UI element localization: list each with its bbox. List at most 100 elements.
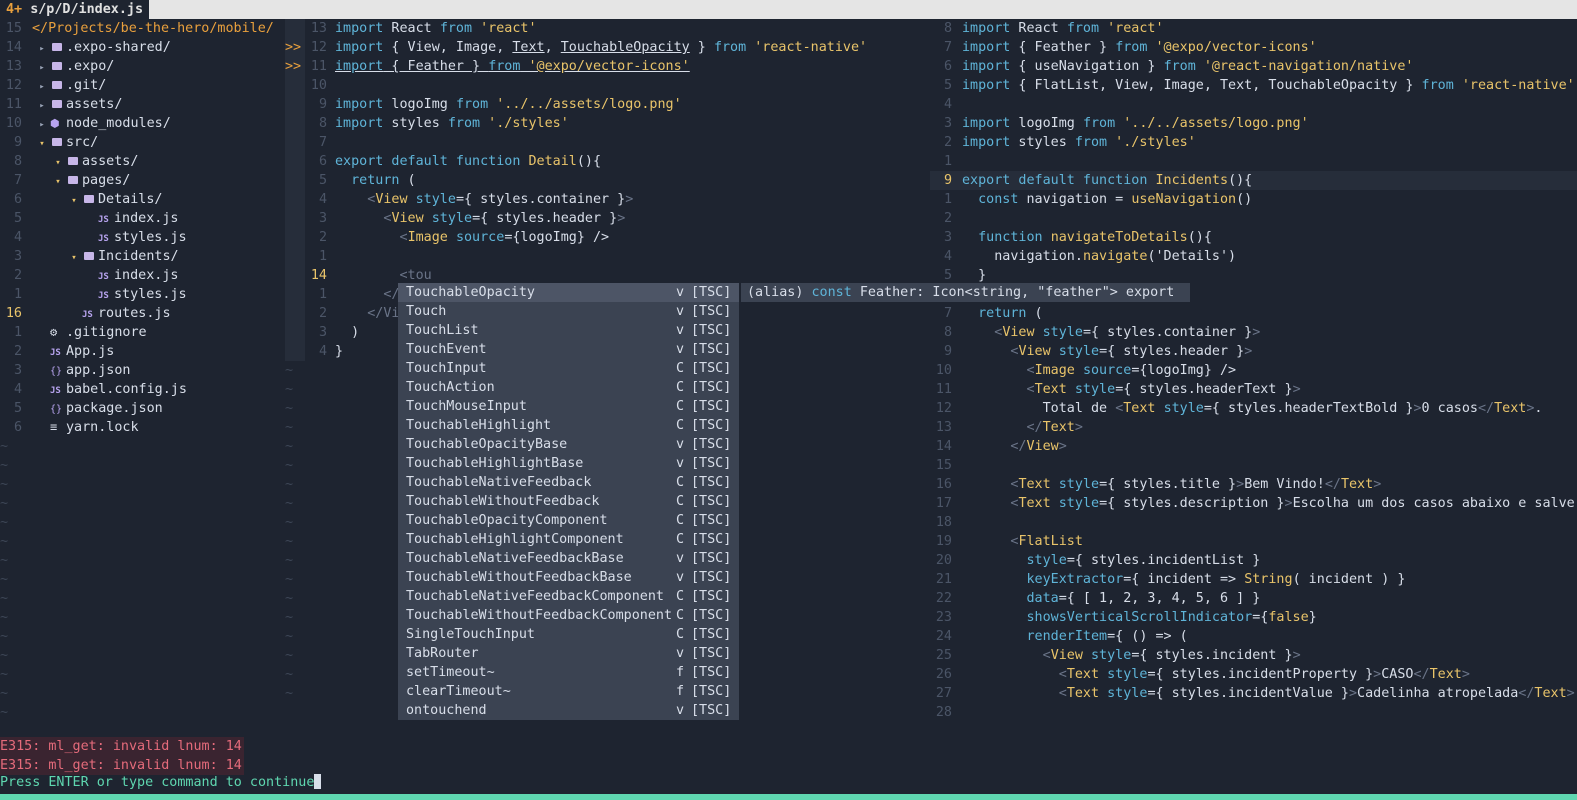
- empty-line: ~: [0, 458, 9, 473]
- completion-item-source: [TSC]: [691, 608, 732, 623]
- tabline: 4+ s/p/D/index.js: [0, 0, 1577, 19]
- tree-item[interactable]: 7 ▾ pages/: [0, 171, 280, 190]
- json-file-icon: {}: [50, 366, 63, 377]
- code-line: 14 </View>: [935, 439, 1067, 454]
- empty-line: ~: [0, 648, 9, 663]
- tree-item[interactable]: 9 ▾ src/: [0, 133, 280, 152]
- tree-item[interactable]: 16 JS routes.js: [0, 304, 280, 323]
- completion-item[interactable]: TouchEvent v [TSC]: [398, 340, 739, 359]
- completion-item[interactable]: TouchInput C [TSC]: [398, 359, 739, 378]
- tree-item[interactable]: 12 ▸ .git/: [0, 76, 280, 95]
- tree-item[interactable]: 8 ▾ assets/: [0, 152, 280, 171]
- completion-item[interactable]: TouchableOpacity v [TSC]: [398, 283, 739, 302]
- code-line: 4: [943, 97, 952, 112]
- folder-icon: [52, 81, 62, 89]
- node-modules-icon: ⬢: [50, 117, 60, 130]
- tree-item-label: App.js: [66, 344, 115, 359]
- tree-item-label: yarn.lock: [66, 420, 139, 435]
- tree-item-label: pages/: [82, 173, 131, 188]
- folder-icon: [52, 138, 62, 146]
- line-number: 4: [13, 382, 22, 397]
- line-number: 9: [13, 135, 22, 150]
- code-line: 1: [318, 249, 327, 264]
- code-line: 20 style={ styles.incidentList }: [935, 553, 1261, 568]
- completion-popup[interactable]: TouchableOpacity v [TSC] Touch v [TSC] TouchLi…: [398, 283, 739, 720]
- tree-item[interactable]: 13 ▸ .expo/: [0, 57, 280, 76]
- tree-item-label: routes.js: [98, 306, 171, 321]
- tree-item-label: Incidents/: [98, 249, 179, 264]
- tree-item[interactable]: 6 ▾ Details/: [0, 190, 280, 209]
- completion-item-kind: C: [676, 513, 685, 528]
- tree-item[interactable]: 10 ▸ ⬢ node_modules/: [0, 114, 280, 133]
- tree-root-path[interactable]: 15 </Projects/be-the-hero/mobile/: [0, 19, 280, 38]
- tree-item[interactable]: 4 JS babel.config.js: [0, 380, 280, 399]
- file-tree[interactable]: 15 </Projects/be-the-hero/mobile/14 ▸ .expo…: [0, 19, 280, 716]
- code-line: 5 return (: [318, 173, 416, 188]
- completion-item[interactable]: TouchList v [TSC]: [398, 321, 739, 340]
- code-line: 26 <Text style={ styles.incidentProperty…: [935, 667, 1470, 682]
- completion-item[interactable]: setTimeout~ f [TSC]: [398, 663, 739, 682]
- line-number: 8: [13, 154, 22, 169]
- continue-prompt[interactable]: Press ENTER or type command to continue: [0, 773, 322, 792]
- tree-item[interactable]: 1 ⚙ .gitignore: [0, 323, 280, 342]
- completion-item-name: TouchableHighlightComponent: [406, 532, 624, 547]
- completion-item-source: [TSC]: [691, 570, 732, 585]
- tree-item[interactable]: 5 {} package.json: [0, 399, 280, 418]
- code-line: 8 import styles from './styles': [318, 116, 569, 131]
- completion-item-name: TouchableWithoutFeedbackComponent: [406, 608, 673, 623]
- tree-item[interactable]: 14 ▸ .expo-shared/: [0, 38, 280, 57]
- completion-item[interactable]: TouchableOpacityBase v [TSC]: [398, 435, 739, 454]
- completion-item-source: [TSC]: [691, 646, 732, 661]
- completion-item-name: SingleTouchInput: [406, 627, 535, 642]
- empty-line: ~: [0, 591, 9, 606]
- line-number: 14: [5, 40, 22, 55]
- tree-item[interactable]: 2 JS index.js: [0, 266, 280, 285]
- status-strip: [0, 794, 1577, 800]
- completion-item[interactable]: TouchAction C [TSC]: [398, 378, 739, 397]
- completion-item[interactable]: clearTimeout~ f [TSC]: [398, 682, 739, 701]
- code-line: 7: [318, 135, 327, 150]
- empty-line: ~: [0, 477, 9, 492]
- completion-item-kind: v: [676, 646, 685, 661]
- completion-item[interactable]: TouchableHighlightComponent C [TSC]: [398, 530, 739, 549]
- empty-line: ~: [0, 667, 9, 682]
- completion-item[interactable]: TouchableHighlight C [TSC]: [398, 416, 739, 435]
- code-line: 8 import React from 'react': [943, 21, 1164, 36]
- code-line: 3 <View style={ styles.header }>: [318, 211, 626, 226]
- code-line: 9 import logoImg from '../../assets/logo.…: [318, 97, 682, 112]
- completion-item-kind: C: [676, 361, 685, 376]
- tree-item-label: node_modules/: [66, 116, 171, 131]
- tree-item-label: assets/: [82, 154, 139, 169]
- completion-item-kind: v: [676, 456, 685, 471]
- tree-item[interactable]: 2 JS App.js: [0, 342, 280, 361]
- completion-item[interactable]: TouchableNativeFeedbackComponent C [TSC]: [398, 587, 739, 606]
- tree-item[interactable]: 11 ▸ assets/: [0, 95, 280, 114]
- completion-item[interactable]: Touch v [TSC]: [398, 302, 739, 321]
- empty-line: ~: [0, 686, 9, 701]
- line-number: 15: [5, 21, 22, 36]
- tree-item[interactable]: 3 {} app.json: [0, 361, 280, 380]
- editor-right[interactable]: 8 import React from 'react' 7 import { Fea…: [930, 19, 1577, 716]
- completion-item[interactable]: TouchableWithoutFeedback C [TSC]: [398, 492, 739, 511]
- completion-item[interactable]: TouchableWithoutFeedbackComponent C [TSC]: [398, 606, 739, 625]
- completion-item-name: TouchableOpacity: [406, 285, 535, 300]
- completion-item[interactable]: TouchableHighlightBase v [TSC]: [398, 454, 739, 473]
- completion-item-source: [TSC]: [691, 380, 732, 395]
- completion-item[interactable]: TouchableWithoutFeedbackBase v [TSC]: [398, 568, 739, 587]
- tree-item[interactable]: 3 ▾ Incidents/: [0, 247, 280, 266]
- tree-item[interactable]: 5 JS index.js: [0, 209, 280, 228]
- completion-item[interactable]: TouchableOpacityComponent C [TSC]: [398, 511, 739, 530]
- tree-item[interactable]: 1 JS styles.js: [0, 285, 280, 304]
- tree-item-label: index.js: [114, 211, 179, 226]
- completion-item[interactable]: TouchableNativeFeedbackBase v [TSC]: [398, 549, 739, 568]
- completion-item[interactable]: SingleTouchInput C [TSC]: [398, 625, 739, 644]
- completion-item-name: TouchableOpacityComponent: [406, 513, 608, 528]
- tab-current[interactable]: 4+ s/p/D/index.js: [0, 0, 150, 19]
- completion-item[interactable]: TabRouter v [TSC]: [398, 644, 739, 663]
- completion-item-kind: v: [676, 285, 685, 300]
- completion-item[interactable]: TouchMouseInput C [TSC]: [398, 397, 739, 416]
- completion-item-kind: v: [676, 342, 685, 357]
- tree-item[interactable]: 6 ≡ yarn.lock: [0, 418, 280, 437]
- completion-item[interactable]: TouchableNativeFeedback C [TSC]: [398, 473, 739, 492]
- tree-item[interactable]: 4 JS styles.js: [0, 228, 280, 247]
